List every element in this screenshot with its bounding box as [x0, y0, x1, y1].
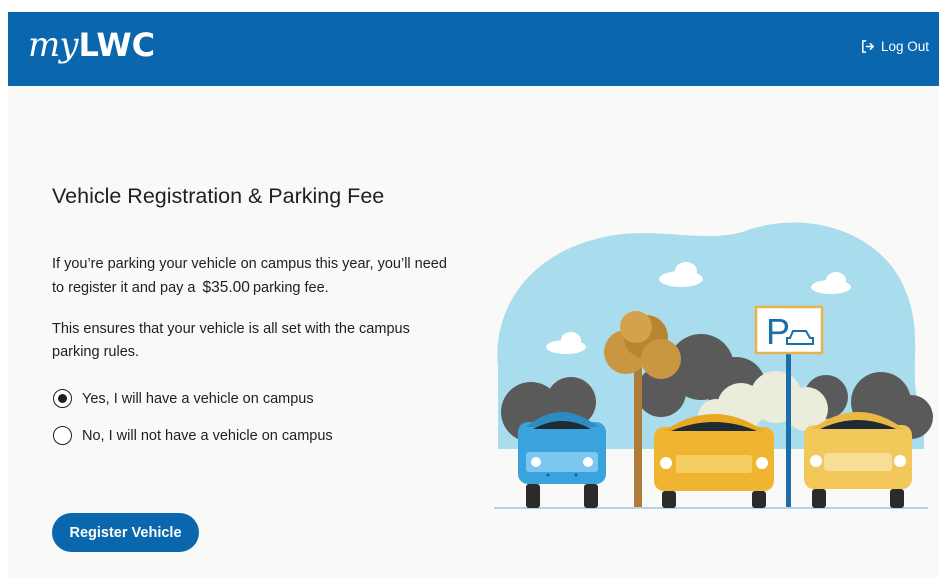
logout-button[interactable]: Log Out — [860, 39, 929, 54]
radio-yes[interactable] — [53, 389, 72, 408]
logo-brand: LWC — [78, 26, 156, 64]
radio-selected-dot — [58, 394, 67, 403]
parking-fee-amount: $35.00 — [202, 279, 250, 296]
rules-description: This ensures that your vehicle is all se… — [52, 321, 410, 360]
parking-lot-illustration: P — [494, 222, 933, 509]
blue-car — [518, 412, 606, 508]
register-vehicle-button[interactable]: Register Vehicle — [52, 513, 199, 552]
option-no-vehicle[interactable]: No, I will not have a vehicle on campus — [53, 426, 333, 445]
page-title: Vehicle Registration & Parking Fee — [52, 184, 385, 208]
fee-description: If you’re parking your vehicle on campus… — [52, 253, 452, 300]
light-yellow-car — [804, 412, 912, 508]
logo-prefix: my — [28, 25, 78, 65]
option-yes-vehicle[interactable]: Yes, I will have a vehicle on campus — [53, 389, 314, 408]
app-header: my LWC Log Out — [8, 12, 939, 86]
logo[interactable]: my LWC — [28, 25, 155, 73]
svg-text:P: P — [766, 311, 790, 352]
option-no-label: No, I will not have a vehicle on campus — [82, 427, 333, 444]
option-yes-label: Yes, I will have a vehicle on campus — [82, 390, 314, 407]
yellow-car — [654, 414, 774, 508]
page-frame: my LWC Log Out Vehicle Registration & Pa… — [8, 12, 939, 578]
logout-label: Log Out — [880, 39, 929, 54]
radio-no[interactable] — [53, 426, 72, 445]
logout-icon — [862, 40, 874, 53]
fee-description-end: parking fee. — [252, 280, 329, 296]
